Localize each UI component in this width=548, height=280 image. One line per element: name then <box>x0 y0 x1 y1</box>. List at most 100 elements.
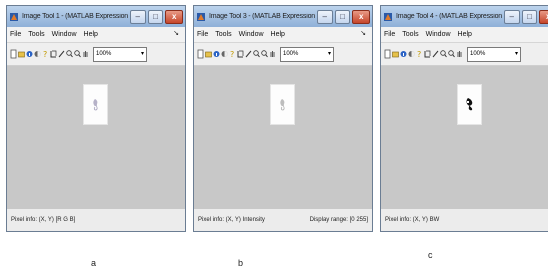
help-icon[interactable]: ? <box>229 49 236 59</box>
help-icon[interactable]: ? <box>42 49 49 59</box>
zoom-out-icon[interactable] <box>74 49 81 59</box>
new-icon[interactable] <box>10 49 17 59</box>
crop-icon[interactable] <box>424 49 431 59</box>
window-title: Image Tool 3 - (MATLAB Expression) <box>209 13 315 20</box>
menu-tools[interactable]: Tools <box>28 31 44 38</box>
dock-arrow-icon[interactable]: ↘ <box>360 29 366 37</box>
new-icon[interactable] <box>384 49 391 59</box>
image-canvas <box>457 84 482 125</box>
chevron-down-icon: ▾ <box>514 50 518 57</box>
adjust-contrast-icon[interactable] <box>408 49 415 59</box>
new-icon[interactable] <box>197 49 204 59</box>
distance-tool-icon[interactable] <box>432 49 439 59</box>
zoom-value: 100% <box>283 51 299 57</box>
close-button[interactable]: x <box>165 9 184 24</box>
title-bar: Image Tool 3 - (MATLAB Expression) – □ x <box>194 6 372 27</box>
info-icon[interactable] <box>26 49 33 59</box>
image-tool-window-b: Image Tool 3 - (MATLAB Expression) – □ x… <box>193 5 373 232</box>
info-icon[interactable] <box>400 49 407 59</box>
window-title: Image Tool 1 - (MATLAB Expression) <box>22 13 128 20</box>
pixel-info: Pixel info: (X, Y) BW <box>385 217 440 223</box>
pixel-info: Pixel info: (X, Y) Intensity <box>198 217 265 223</box>
menu-help[interactable]: Help <box>84 31 98 38</box>
menu-tools[interactable]: Tools <box>215 31 231 38</box>
help-icon[interactable]: ? <box>416 49 423 59</box>
menu-bar: File Tools Window Help ↘ <box>381 27 548 43</box>
maximize-button[interactable]: □ <box>521 9 538 24</box>
matlab-app-icon <box>384 12 392 21</box>
crop-icon[interactable] <box>237 49 244 59</box>
caption-c: c <box>428 250 433 260</box>
pixel-info: Pixel info: (X, Y) [R G B] <box>11 217 76 223</box>
open-icon[interactable] <box>18 49 25 59</box>
title-bar: Image Tool 1 - (MATLAB Expression) – □ x <box>7 6 185 27</box>
toolbar: ? 100% ▾ <box>381 43 548 66</box>
open-icon[interactable] <box>205 49 212 59</box>
status-bar: Pixel info: (X, Y) [R G B] <box>7 209 185 231</box>
svg-text:?: ? <box>417 50 421 59</box>
distance-tool-icon[interactable] <box>245 49 252 59</box>
maximize-button[interactable]: □ <box>147 9 164 24</box>
image-viewport[interactable] <box>7 66 185 209</box>
info-icon[interactable] <box>213 49 220 59</box>
title-bar: Image Tool 4 - (MATLAB Expression) – □ x <box>381 6 548 27</box>
menu-help[interactable]: Help <box>458 31 472 38</box>
window-title: Image Tool 4 - (MATLAB Expression) <box>396 13 502 20</box>
distance-tool-icon[interactable] <box>58 49 65 59</box>
caption-a: a <box>91 258 97 268</box>
zoom-out-icon[interactable] <box>261 49 268 59</box>
zoom-value: 100% <box>470 51 486 57</box>
menu-file[interactable]: File <box>197 31 208 38</box>
svg-text:?: ? <box>230 50 234 59</box>
toolbar: ? 100% ▾ <box>194 43 372 66</box>
menu-bar: File Tools Window Help ↘ <box>194 27 372 43</box>
caption-b: b <box>238 258 244 268</box>
zoom-out-icon[interactable] <box>448 49 455 59</box>
zoom-value: 100% <box>96 51 112 57</box>
image-canvas <box>83 84 108 125</box>
pan-icon[interactable] <box>82 49 89 59</box>
status-bar: Pixel info: (X, Y) Intensity Display ran… <box>194 209 372 231</box>
crop-icon[interactable] <box>50 49 57 59</box>
image-content <box>466 98 473 111</box>
matlab-app-icon <box>10 12 18 21</box>
dock-arrow-icon[interactable]: ↘ <box>173 29 179 37</box>
image-tool-window-c: Image Tool 4 - (MATLAB Expression) – □ x… <box>380 5 548 232</box>
chevron-down-icon: ▾ <box>327 50 331 57</box>
menu-file[interactable]: File <box>10 31 21 38</box>
close-button[interactable]: x <box>539 9 548 24</box>
status-bar: Pixel info: (X, Y) BW <box>381 209 548 231</box>
menu-window[interactable]: Window <box>426 31 451 38</box>
minimize-button[interactable]: – <box>129 9 146 24</box>
menu-bar: File Tools Window Help ↘ <box>7 27 185 43</box>
menu-file[interactable]: File <box>384 31 395 38</box>
image-content <box>93 99 98 111</box>
pan-icon[interactable] <box>456 49 463 59</box>
zoom-in-icon[interactable] <box>66 49 73 59</box>
menu-window[interactable]: Window <box>52 31 77 38</box>
image-content <box>280 99 285 111</box>
zoom-in-icon[interactable] <box>253 49 260 59</box>
adjust-contrast-icon[interactable] <box>221 49 228 59</box>
maximize-button[interactable]: □ <box>334 9 351 24</box>
toolbar: ? 100% ▾ <box>7 43 185 66</box>
matlab-app-icon <box>197 12 205 21</box>
pan-icon[interactable] <box>269 49 276 59</box>
svg-text:?: ? <box>43 50 47 59</box>
chevron-down-icon: ▾ <box>140 50 144 57</box>
display-range: Display range: [0 255] <box>309 217 368 223</box>
image-viewport[interactable] <box>381 66 548 209</box>
menu-window[interactable]: Window <box>239 31 264 38</box>
open-icon[interactable] <box>392 49 399 59</box>
minimize-button[interactable]: – <box>316 9 333 24</box>
menu-tools[interactable]: Tools <box>402 31 418 38</box>
minimize-button[interactable]: – <box>503 9 520 24</box>
image-viewport[interactable] <box>194 66 372 209</box>
zoom-select[interactable]: 100% ▾ <box>93 46 147 62</box>
zoom-select[interactable]: 100% ▾ <box>280 46 334 62</box>
close-button[interactable]: x <box>352 9 371 24</box>
zoom-in-icon[interactable] <box>440 49 447 59</box>
menu-help[interactable]: Help <box>271 31 285 38</box>
adjust-contrast-icon[interactable] <box>34 49 41 59</box>
zoom-select[interactable]: 100% ▾ <box>467 46 521 62</box>
